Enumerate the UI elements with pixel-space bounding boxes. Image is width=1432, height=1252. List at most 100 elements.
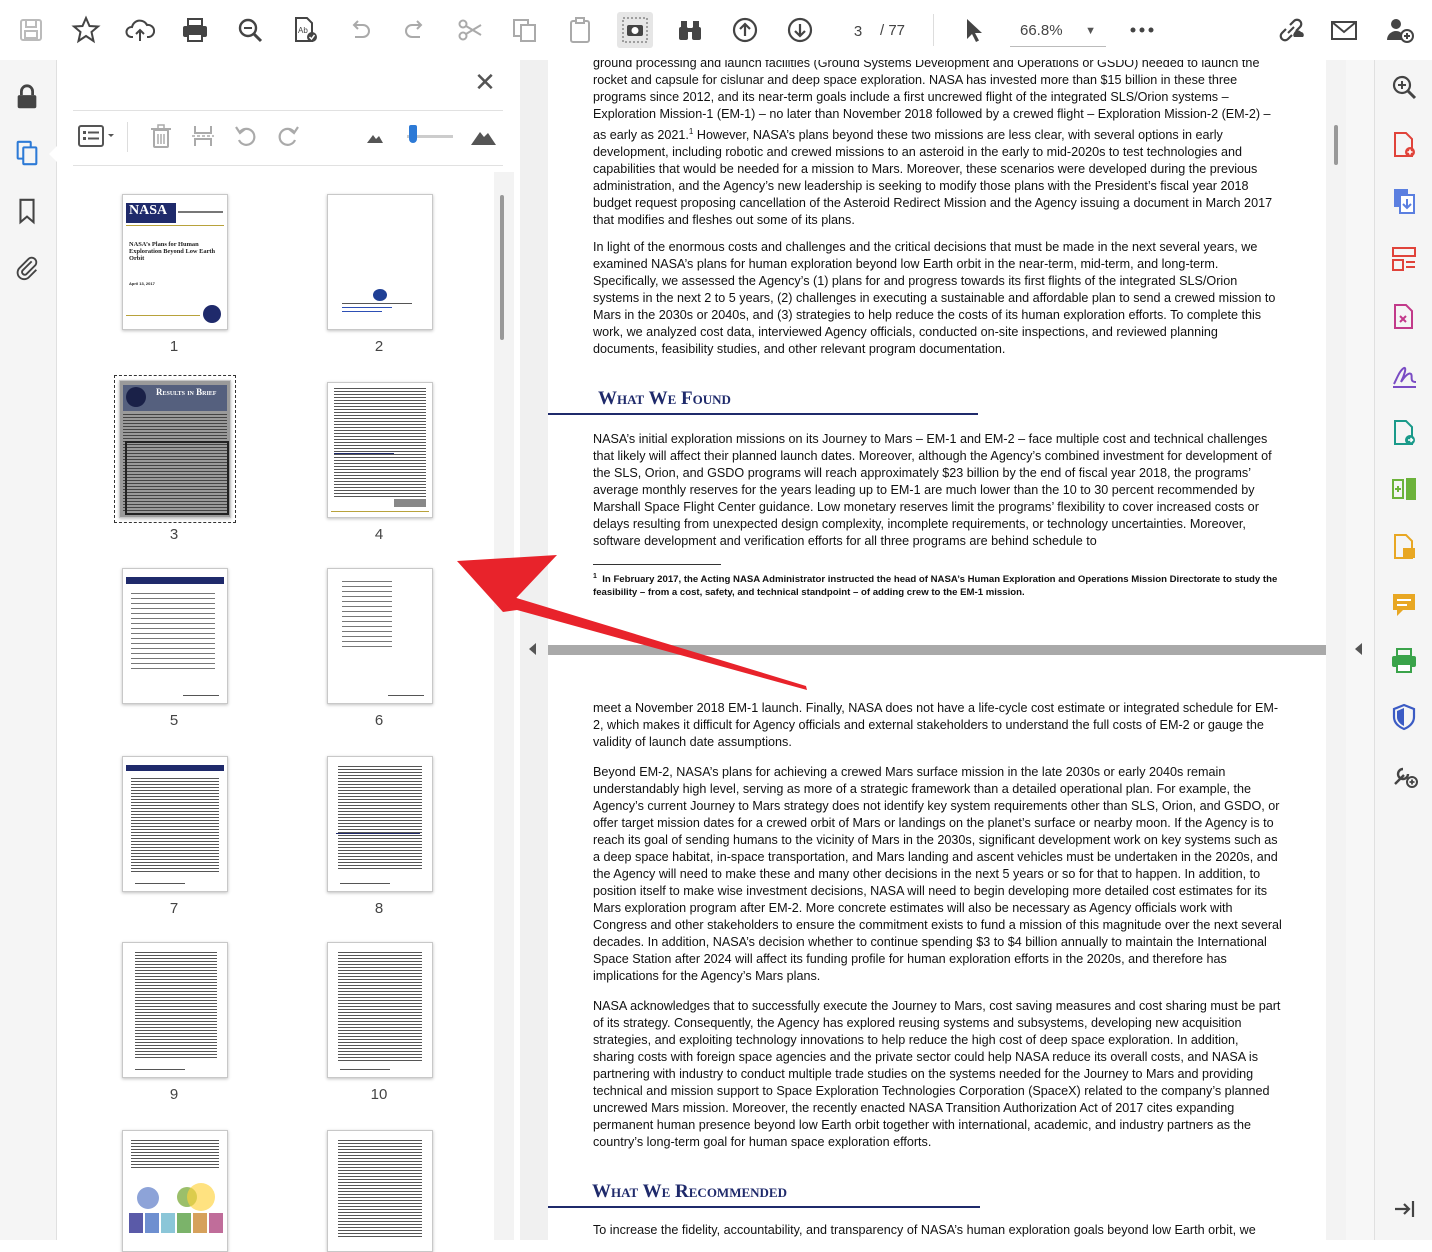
print-production-icon[interactable] [1387, 644, 1421, 678]
cloud-upload-icon[interactable] [122, 12, 158, 48]
zoom-tool-icon[interactable] [1387, 70, 1421, 104]
more-tools-icon[interactable] [1387, 758, 1421, 792]
paste-icon[interactable] [562, 12, 598, 48]
document-scroll-thumb[interactable] [1334, 125, 1338, 165]
send-for-review-icon[interactable] [1387, 416, 1421, 450]
split-page-icon[interactable] [187, 120, 219, 152]
slider-handle[interactable] [409, 125, 417, 143]
footnote-rule [593, 564, 721, 565]
page-thumbnail-7[interactable] [122, 756, 228, 892]
fill-sign-icon[interactable] [1387, 358, 1421, 392]
document-scrollbar[interactable] [1326, 60, 1346, 1240]
rotate-right-icon[interactable] [272, 120, 304, 152]
footnote-number: 1 [593, 573, 597, 580]
panel-splitter[interactable] [520, 60, 548, 1240]
results-in-brief-title: Results in Brief [156, 387, 217, 397]
page-thumbnail-1[interactable]: NASA NASA’s Plans for Human Exploration … [122, 194, 228, 330]
page-thumbnail-11[interactable] [122, 1130, 228, 1252]
paragraph: Beyond EM-2, NASA’s plans for achieving … [593, 765, 1282, 983]
page-thumbnail-9[interactable] [122, 942, 228, 1078]
lock-icon[interactable] [10, 80, 44, 114]
email-icon[interactable] [1326, 12, 1362, 48]
share-link-icon[interactable] [1273, 12, 1309, 48]
paragraph: In light of the enormous costs and chall… [593, 240, 1276, 356]
thumbnails-scroll-thumb[interactable] [500, 195, 504, 340]
find-binoculars-icon[interactable] [672, 12, 708, 48]
bookmark-star-icon[interactable] [68, 12, 104, 48]
organize-pages-icon[interactable] [1387, 242, 1421, 276]
page-thumbnail-6[interactable] [327, 568, 433, 704]
page-thumbnail-3[interactable]: Results in Brief [114, 375, 236, 523]
next-page-icon[interactable] [782, 12, 818, 48]
cut-icon[interactable] [452, 12, 488, 48]
page-number-input[interactable]: 3 [840, 18, 876, 46]
thumbnail-label-6: 6 [374, 712, 384, 729]
thumbnail-label-3: 3 [169, 526, 179, 543]
save-icon[interactable] [13, 12, 49, 48]
undo-icon[interactable] [342, 12, 378, 48]
page-thumbnail-10[interactable] [327, 942, 433, 1078]
left-nav-pane [0, 60, 57, 1240]
paragraph-text-cont: However, NASA’s plans beyond these two m… [593, 128, 1273, 228]
select-cursor-icon[interactable] [955, 12, 991, 48]
expand-tools-icon[interactable] [1355, 643, 1362, 655]
page-thumbnail-2[interactable] [327, 194, 433, 330]
zoom-out-thumbnails-icon[interactable] [359, 120, 391, 152]
comment-icon[interactable] [1387, 588, 1421, 622]
tools-splitter[interactable] [1346, 60, 1375, 1240]
zoom-dropdown[interactable]: 66.8% ▼ [1010, 16, 1106, 47]
paragraph: NASA acknowledges that to successfully e… [593, 999, 1281, 1149]
page-thumbnail-8[interactable] [327, 756, 433, 892]
thumbnail-label-1: 1 [169, 338, 179, 355]
paragraph: ground processing and launch facilities … [593, 60, 1283, 229]
paragraph: To increase the fidelity, accountability… [593, 1223, 1256, 1237]
report-title: NASA’s Plans for Human Exploration Beyon… [129, 241, 216, 262]
rotate-left-icon[interactable] [230, 120, 262, 152]
chevron-down-icon: ▼ [1085, 25, 1096, 37]
attachments-icon[interactable] [10, 250, 44, 284]
compare-icon[interactable] [1387, 472, 1421, 506]
edit-pdf-icon[interactable] [1387, 300, 1421, 334]
close-panel-icon[interactable]: ✕ [472, 69, 498, 96]
previous-page-icon[interactable] [727, 12, 763, 48]
heading-rule [548, 1206, 980, 1208]
tools-pane [1375, 60, 1432, 1240]
snapshot-icon[interactable] [617, 12, 653, 48]
thumbnail-label-7: 7 [169, 900, 179, 917]
thumbnail-label-10: 10 [370, 1086, 388, 1103]
bookmarks-icon[interactable] [10, 194, 44, 228]
page-thumbnail-12[interactable] [327, 1130, 433, 1252]
delete-page-icon[interactable] [145, 120, 177, 152]
spellcheck-icon[interactable]: Ab [287, 12, 323, 48]
export-pdf-icon[interactable] [1387, 184, 1421, 218]
thumbnails-scrollbar[interactable] [494, 172, 514, 1240]
thumbnail-label-8: 8 [374, 900, 384, 917]
print-icon[interactable] [177, 12, 213, 48]
combine-icon[interactable] [1387, 530, 1421, 564]
zoom-search-icon[interactable] [232, 12, 268, 48]
nasa-logo-text: NASA [129, 203, 168, 218]
paragraph: NASA’s initial exploration missions on i… [593, 432, 1272, 548]
collapse-left-icon[interactable] [529, 643, 536, 655]
redo-icon[interactable] [397, 12, 433, 48]
add-user-icon[interactable] [1381, 12, 1417, 48]
more-icon[interactable] [1124, 12, 1160, 48]
thumbnail-options-icon[interactable] [75, 120, 119, 152]
page-thumbnails-icon[interactable] [10, 136, 57, 170]
svg-text:Ab: Ab [298, 26, 308, 35]
main-toolbar: Ab 3 / 77 66.8% ▼ [0, 0, 1432, 61]
thumbnail-label-2: 2 [374, 338, 384, 355]
page-thumbnail-4[interactable] [327, 382, 433, 518]
zoom-in-thumbnails-icon[interactable] [467, 120, 499, 152]
collapse-panel-icon[interactable] [1387, 1192, 1421, 1226]
page-break [548, 645, 1326, 655]
section-heading-recommended: What We Recommended [592, 1181, 787, 1202]
section-heading-found: What We Found [598, 388, 731, 409]
report-date: April 13, 2017 [129, 281, 155, 286]
page-thumbnails-panel: ✕ NASA NASA’s Plans for Human Exploratio… [57, 60, 520, 1252]
page-thumbnail-5[interactable] [122, 568, 228, 704]
copy-icon[interactable] [507, 12, 543, 48]
protect-icon[interactable] [1387, 700, 1421, 734]
heading-rule [548, 413, 978, 415]
create-pdf-icon[interactable] [1387, 128, 1421, 162]
